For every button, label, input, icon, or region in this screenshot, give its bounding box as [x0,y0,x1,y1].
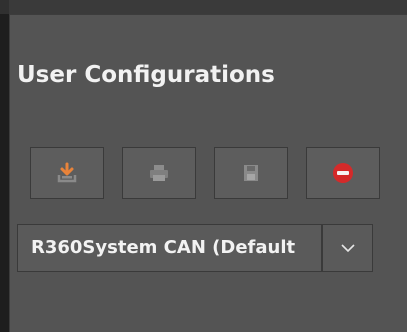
chevron-down-icon [340,244,355,253]
top-bar [0,0,407,14]
print-configuration-button[interactable] [122,147,196,199]
configuration-select-toggle[interactable] [322,224,373,272]
printer-icon [150,165,168,181]
save-configuration-button[interactable] [214,147,288,199]
configuration-select[interactable]: R360System CAN (Default [17,224,373,272]
download-tray-icon [57,162,77,183]
configuration-select-value[interactable]: R360System CAN (Default [17,224,322,272]
panel-title: User Configurations [17,62,275,88]
floppy-disk-icon [244,165,258,181]
delete-configuration-button[interactable] [306,147,380,199]
minus-circle-icon [333,163,353,183]
top-bar-segment [9,0,407,14]
import-configuration-button[interactable] [30,147,104,199]
